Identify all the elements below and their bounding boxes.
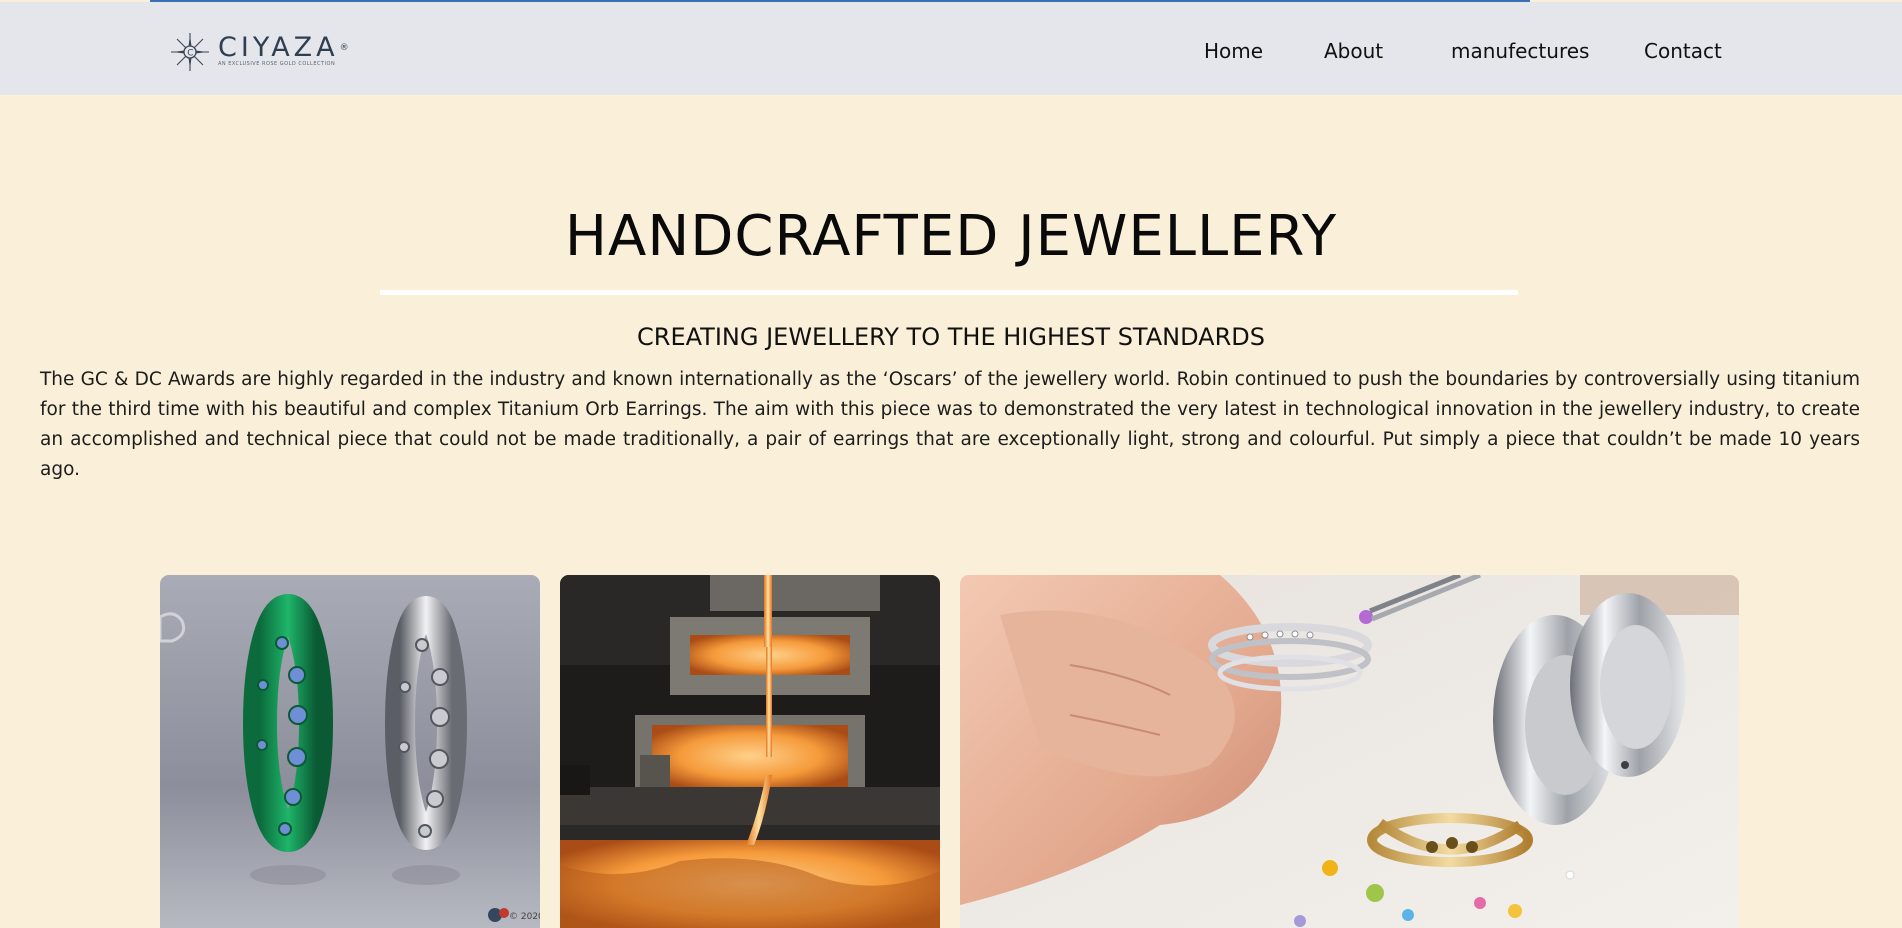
gallery-image-rings[interactable]: © 2020 [160,575,540,928]
brand-wordmark: CIYAZA® AN EXCLUSIVE ROSE GOLD COLLECTIO… [218,32,349,68]
brand-name: CIYAZA [218,32,339,63]
nav-manufectures-link[interactable]: manufectures [1451,39,1589,63]
image-copyright: © 2020 [509,912,540,922]
image-gallery: © 2020 [0,575,1902,928]
gallery-image-stone-setting[interactable] [960,575,1739,928]
navbar: C CIYAZA® AN EXCLUSIVE ROSE GOLD COLLECT… [0,2,1902,95]
hero-description: The GC & DC Awards are highly regarded i… [40,369,1860,480]
brand-logo[interactable]: C CIYAZA® AN EXCLUSIVE ROSE GOLD COLLECT… [170,32,349,72]
nav-contact-link[interactable]: Contact [1644,39,1722,63]
title-divider [380,290,1518,295]
nav-about-link[interactable]: About [1324,39,1383,63]
nav-home-link[interactable]: Home [1204,39,1263,63]
molten-metal-casting-photo [560,575,940,928]
hero-subtitle: CREATING JEWELLERY TO THE HIGHEST STANDA… [637,323,1265,351]
sun-star-icon: C [170,32,210,72]
hero-title: HANDCRAFTED JEWELLERY [564,204,1338,269]
green-and-silver-eternity-rings-photo: © 2020 [160,575,540,928]
registered-mark: ® [339,43,349,53]
svg-text:C: C [187,49,193,59]
brand-tagline: AN EXCLUSIVE ROSE GOLD COLLECTION [218,61,336,67]
jeweller-setting-gemstones-photo [960,575,1739,928]
gallery-image-casting[interactable] [560,575,940,928]
